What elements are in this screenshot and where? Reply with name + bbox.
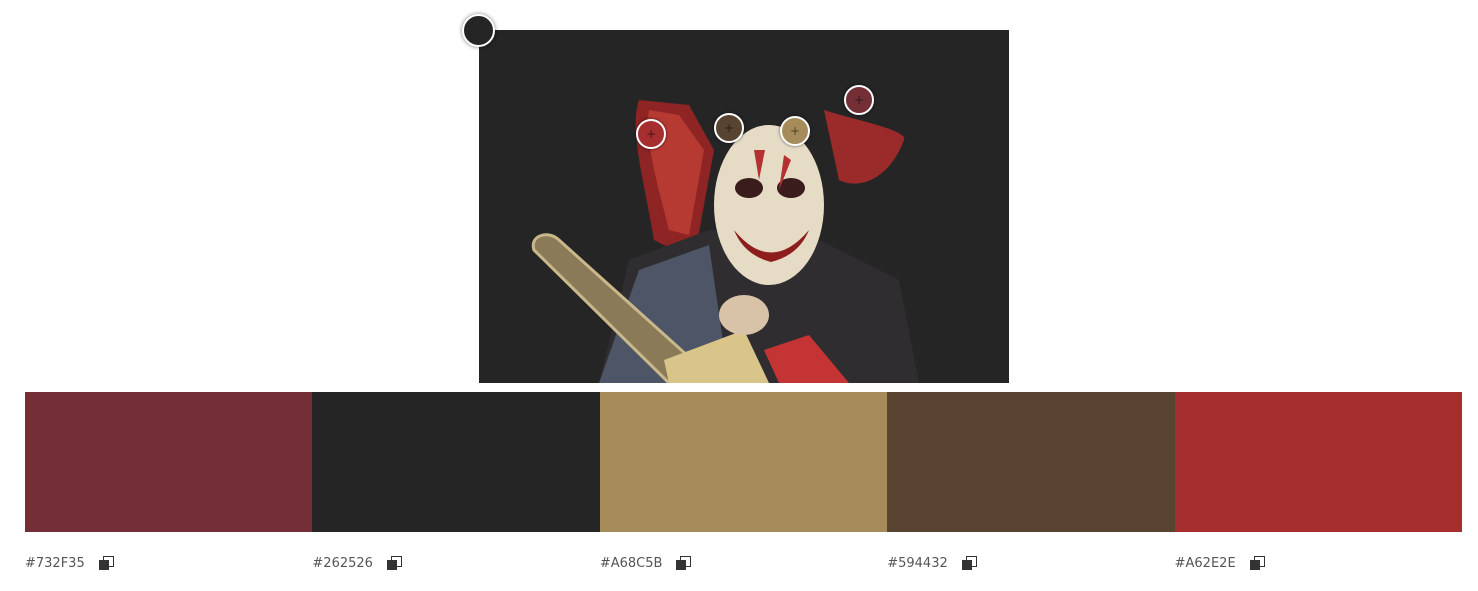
palette-label-4: #594432 <box>887 552 1174 574</box>
clown-photo-icon <box>479 30 1009 383</box>
copy-icon[interactable] <box>1249 555 1265 571</box>
hex-code: #262526 <box>312 555 373 571</box>
color-picker-red[interactable]: + <box>636 119 666 149</box>
swatch-4[interactable] <box>887 392 1175 532</box>
swatch-3[interactable] <box>599 392 888 532</box>
color-palette <box>25 392 1463 532</box>
copy-icon[interactable] <box>98 555 114 571</box>
copy-icon[interactable] <box>386 555 402 571</box>
copy-icon[interactable] <box>961 555 977 571</box>
crosshair-icon: + <box>853 92 865 107</box>
palette-label-5: #A62E2E <box>1175 552 1462 574</box>
swatch-2[interactable] <box>312 392 600 532</box>
color-picker-brown[interactable]: + <box>714 113 744 143</box>
palette-label-2: #262526 <box>312 552 599 574</box>
hex-code: #A68C5B <box>599 555 663 571</box>
color-picker-tan[interactable]: + <box>780 116 810 146</box>
source-image <box>479 30 1009 383</box>
hex-code: #594432 <box>887 555 948 571</box>
swatch-1[interactable] <box>25 392 313 532</box>
copy-icon[interactable] <box>675 555 692 571</box>
corner-handle[interactable] <box>462 14 495 47</box>
hex-code: #A62E2E <box>1174 555 1236 571</box>
color-picker-maroon[interactable]: + <box>844 85 874 115</box>
crosshair-icon: + <box>723 120 735 135</box>
palette-label-3: #A68C5B <box>600 552 887 574</box>
palette-labels: #732F35 #262526 #A68C5B #594432 #A62E2E <box>25 552 1462 574</box>
crosshair-icon: + <box>645 126 657 141</box>
swatch-5[interactable] <box>1174 392 1463 532</box>
hex-code: #732F35 <box>25 555 85 571</box>
crosshair-icon: + <box>789 123 801 138</box>
palette-label-1: #732F35 <box>25 552 312 574</box>
